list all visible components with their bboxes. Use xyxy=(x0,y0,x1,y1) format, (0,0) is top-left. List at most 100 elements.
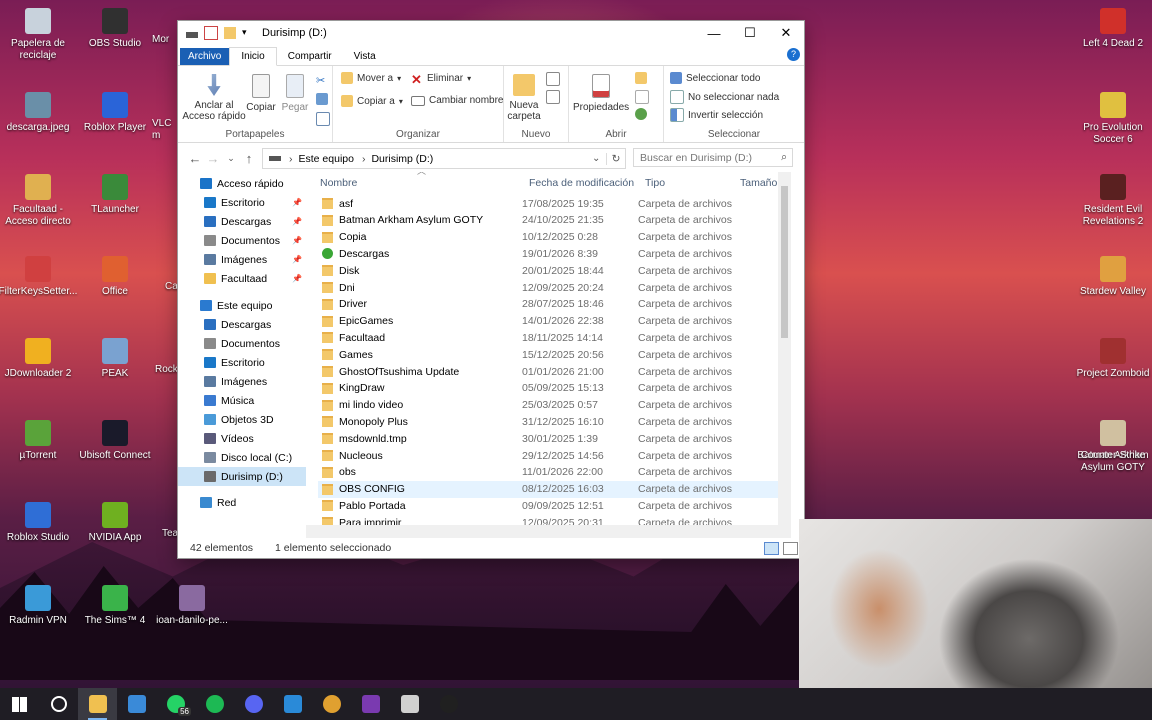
nav-item-13[interactable]: Vídeos xyxy=(178,429,306,448)
file-row[interactable]: Driver 28/07/2025 18:46 Carpeta de archivo… xyxy=(318,296,785,313)
desktop-icon-mid-2[interactable]: TLauncher xyxy=(75,174,155,216)
minimize-button[interactable]: — xyxy=(696,21,732,45)
desktop-icon-mid-3[interactable]: Office xyxy=(75,256,155,298)
file-row[interactable]: OBS CONFIG 08/12/2025 16:03 Carpeta de arc… xyxy=(318,480,785,498)
taskbar-onenote-button[interactable] xyxy=(351,688,390,720)
copy-button[interactable]: Copiar xyxy=(244,74,278,113)
desktop-icon-left-5[interactable]: µTorrent xyxy=(0,420,78,462)
taskbar-vscode-button[interactable] xyxy=(273,688,312,720)
paste-button[interactable]: Pegar xyxy=(280,74,310,113)
desktop-icon-mid-1[interactable]: Roblox Player xyxy=(75,92,155,134)
close-button[interactable]: ✕ xyxy=(768,21,804,45)
desktop-icon-right-0[interactable]: Left 4 Dead 2 xyxy=(1073,8,1152,50)
rename-button[interactable]: Cambiar nombre xyxy=(411,95,503,106)
breadcrumb-separator-icon[interactable]: › xyxy=(362,153,366,165)
file-row[interactable]: Dni 12/09/2025 20:24 Carpeta de archivos xyxy=(318,279,785,296)
file-row[interactable]: Nucleous 29/12/2025 14:56 Carpeta de archi… xyxy=(318,447,785,464)
desktop-icon-right-1[interactable]: Pro Evolution Soccer 6 xyxy=(1073,92,1152,146)
new-item-button[interactable] xyxy=(546,72,560,86)
file-row[interactable]: Disk 20/01/2025 18:44 Carpeta de archivos xyxy=(318,262,785,279)
vertical-scrollbar[interactable] xyxy=(778,172,791,538)
taskbar-whatsapp-button[interactable]: 56 xyxy=(156,688,195,720)
easy-access-button[interactable] xyxy=(546,90,560,104)
file-row[interactable]: GhostOfTsushima Update 01/01/2026 21:00 Ca… xyxy=(318,363,785,380)
file-row[interactable]: Games 15/12/2025 20:56 Carpeta de archivos xyxy=(318,346,785,363)
maximize-button[interactable]: ☐ xyxy=(732,21,768,45)
select-all-button[interactable]: Seleccionar todo xyxy=(670,72,761,84)
edit-button[interactable] xyxy=(635,90,649,104)
chevron-down-icon[interactable]: ▾ xyxy=(242,27,250,39)
address-dropdown-icon[interactable]: ⌄ xyxy=(592,153,606,164)
forward-arrow-icon[interactable]: → xyxy=(204,151,222,166)
desktop-icon-right-6[interactable]: Counter-Strike xyxy=(1073,420,1152,462)
nav-item-9[interactable]: Escritorio xyxy=(178,353,306,372)
nav-item-1[interactable]: Escritorio 📌 xyxy=(178,193,306,212)
address-bar[interactable]: › Este equipo › Durisimp (D:) ⌄ ↻ xyxy=(262,148,626,169)
file-row[interactable]: Batman Arkham Asylum GOTY 24/10/2025 21:3… xyxy=(318,212,785,229)
history-button[interactable] xyxy=(635,108,647,120)
column-header-size[interactable]: Tamaño xyxy=(740,172,777,194)
file-row[interactable]: Descargas 19/01/2026 8:39 Carpeta de archi… xyxy=(318,245,785,262)
taskbar-obs-button[interactable] xyxy=(429,688,468,720)
help-icon[interactable]: ? xyxy=(787,48,800,61)
new-folder-button[interactable]: Nueva carpeta xyxy=(506,74,542,122)
file-row[interactable]: EpicGames 14/01/2026 22:38 Carpeta de arch… xyxy=(318,313,785,330)
paste-shortcut-button[interactable] xyxy=(316,112,330,126)
file-row[interactable]: obs 11/01/2026 22:00 Carpeta de archivos xyxy=(318,464,785,481)
properties-button[interactable]: Propiedades xyxy=(573,74,629,113)
column-header-type[interactable]: Tipo xyxy=(645,172,665,194)
desktop-icon-left-0[interactable]: Papelera de reciclaje xyxy=(0,8,78,62)
desktop-icon-right-2[interactable]: Resident Evil Revelations 2 xyxy=(1073,174,1152,228)
desktop-icon-left-3[interactable]: FilterKeysSetter... xyxy=(0,256,78,298)
file-row[interactable]: Pablo Portada 09/09/2025 12:51 Carpeta de … xyxy=(318,497,785,514)
desktop-icon-left-1[interactable]: descarga.jpeg xyxy=(0,92,78,134)
column-header-name[interactable]: Nombre xyxy=(320,172,357,194)
desktop-icon-extra[interactable]: ioan-danilo-pe... xyxy=(152,585,232,627)
nav-item-5[interactable]: Facultaad 📌 xyxy=(178,269,306,288)
breadcrumb-separator-icon[interactable]: › xyxy=(289,153,293,165)
back-arrow-icon[interactable]: ← xyxy=(186,151,204,166)
recent-locations-chevron-icon[interactable]: ⌄ xyxy=(222,153,240,164)
delete-button[interactable]: ✕ Eliminar ▾ xyxy=(411,72,471,87)
desktop-icon-right-3[interactable]: Stardew Valley xyxy=(1073,256,1152,298)
desktop-icon-left-2[interactable]: Facultaad - Acceso directo xyxy=(0,174,78,228)
file-row[interactable]: Facultaad 18/11/2025 14:14 Carpeta de arch… xyxy=(318,329,785,346)
file-row[interactable]: Copia 10/12/2025 0:28 Carpeta de archivos xyxy=(318,229,785,246)
file-row[interactable]: KingDraw 05/09/2025 15:13 Carpeta de archi… xyxy=(318,380,785,397)
taskbar-search-button[interactable] xyxy=(39,688,78,720)
desktop-icon-mid-7[interactable]: The Sims™ 4 xyxy=(75,585,155,627)
desktop-icon-mid-0[interactable]: OBS Studio xyxy=(75,8,155,50)
tab-file[interactable]: Archivo xyxy=(180,48,230,65)
nav-item-12[interactable]: Objetos 3D xyxy=(178,410,306,429)
breadcrumb-drive[interactable]: Durisimp (D:) xyxy=(371,153,433,165)
nav-item-16[interactable]: Red xyxy=(178,493,306,512)
taskbar-file-explorer-button[interactable] xyxy=(78,688,117,720)
nav-item-8[interactable]: Documentos xyxy=(178,334,306,353)
search-input[interactable]: Buscar en Durisimp (D:) ⌕ xyxy=(633,148,793,167)
file-row[interactable]: msdownld.tmp 30/01/2025 1:39 Carpeta de ar… xyxy=(318,430,785,447)
refresh-icon[interactable]: ↻ xyxy=(606,152,625,165)
large-icons-view-icon[interactable] xyxy=(783,541,798,555)
file-row[interactable]: asf 17/08/2025 19:35 Carpeta de archivos xyxy=(318,195,785,212)
desktop-icon-mid-6[interactable]: NVIDIA App xyxy=(75,502,155,544)
nav-item-7[interactable]: Descargas xyxy=(178,315,306,334)
copy-path-button[interactable] xyxy=(316,93,328,105)
horizontal-scrollbar[interactable] xyxy=(306,525,791,538)
taskbar-discord-button[interactable] xyxy=(234,688,273,720)
cut-button[interactable]: ✂ xyxy=(316,74,328,87)
desktop-icon-mid-4[interactable]: PEAK xyxy=(75,338,155,380)
taskbar-start-button[interactable] xyxy=(0,688,39,720)
pin-quick-access-button[interactable]: Anclar al Acceso rápido xyxy=(182,74,246,122)
nav-item-15[interactable]: Durisimp (D:) xyxy=(178,467,306,486)
file-row[interactable]: Monopoly Plus 31/12/2025 16:10 Carpeta de … xyxy=(318,413,785,430)
desktop-icon-left-7[interactable]: Radmin VPN xyxy=(0,585,78,627)
scrollbar-thumb[interactable] xyxy=(781,186,788,338)
taskbar-chrome-button[interactable] xyxy=(312,688,351,720)
properties-quick-icon[interactable] xyxy=(204,26,218,40)
nav-item-4[interactable]: Imágenes 📌 xyxy=(178,250,306,269)
taskbar-spotify-button[interactable] xyxy=(195,688,234,720)
column-header-date[interactable]: Fecha de modificación xyxy=(529,172,634,194)
nav-item-10[interactable]: Imágenes xyxy=(178,372,306,391)
nav-item-3[interactable]: Documentos 📌 xyxy=(178,231,306,250)
details-view-icon[interactable] xyxy=(764,541,779,555)
